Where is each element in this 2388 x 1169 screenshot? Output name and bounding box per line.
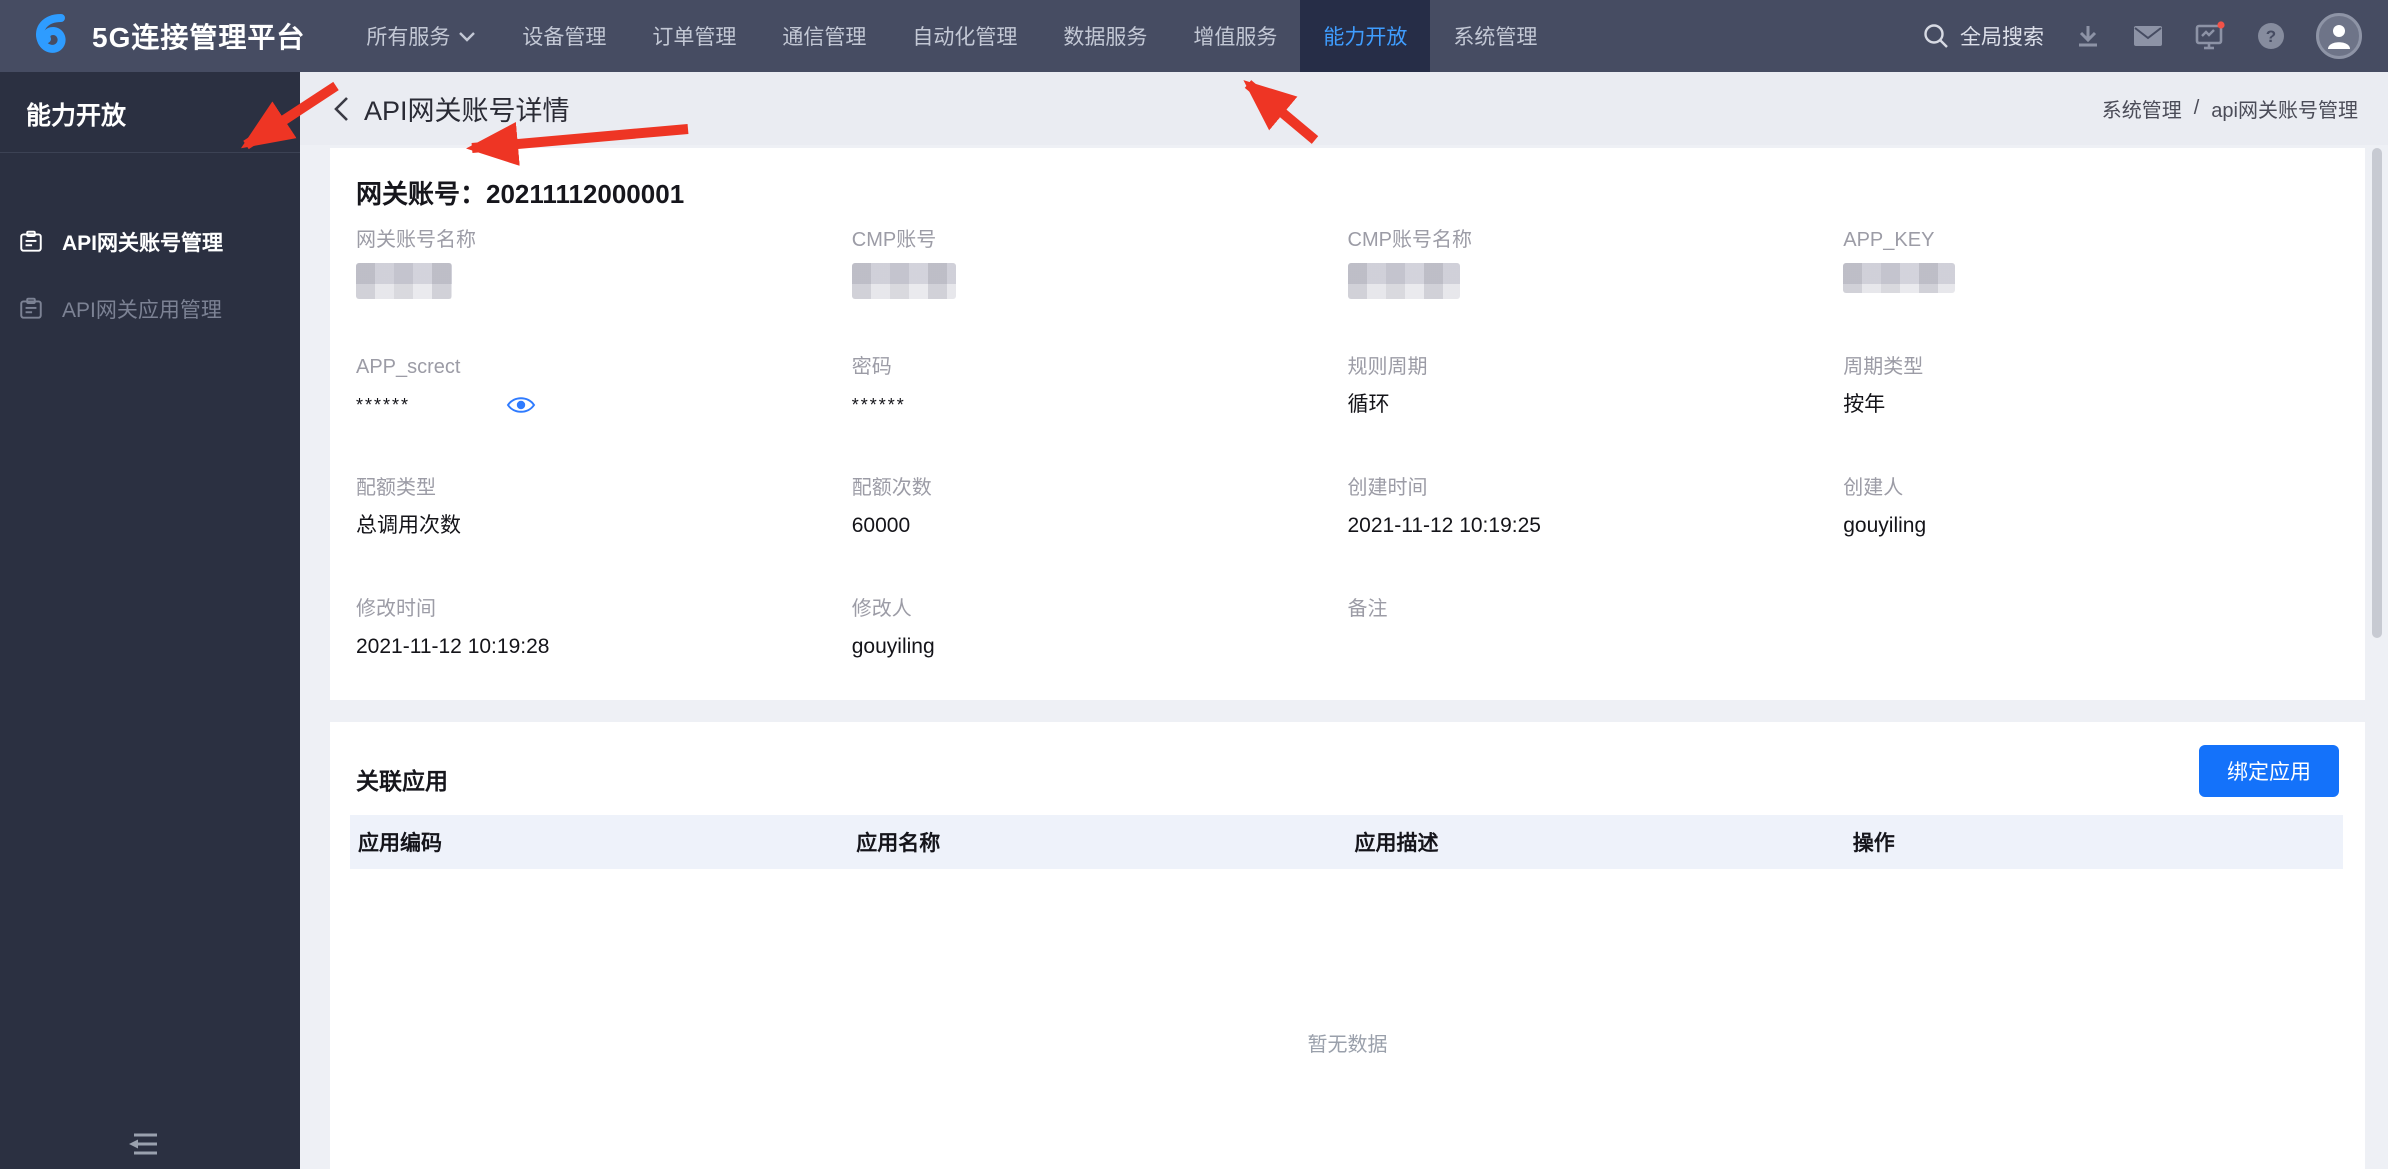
redacted-value [1843, 263, 1956, 293]
nav-value-added[interactable]: 增值服务 [1170, 0, 1300, 72]
mail-icon[interactable] [2132, 23, 2164, 49]
notification-dot [2217, 21, 2225, 29]
nav-automation-mgmt[interactable]: 自动化管理 [889, 0, 1040, 72]
field-creator: 创建人 gouyiling [1843, 477, 1927, 537]
nav-capability-open[interactable]: 能力开放 [1300, 0, 1431, 72]
field-app-key: APP_KEY [1843, 227, 2339, 299]
topbar-right-tools: 全局搜索 ? [1922, 13, 2388, 59]
breadcrumb: 系统管理 / api网关账号管理 [2102, 94, 2358, 123]
linked-apps-card: 关联应用 绑定应用 应用编码 应用名称 应用描述 操作 暂无数据 [330, 722, 2365, 1169]
clipboard-icon [20, 297, 42, 319]
gateway-account-detail-card: 网关账号：20211112000001 网关账号名称 CMP账号 CMP账号名称… [330, 148, 2365, 700]
redacted-value [1347, 263, 1460, 299]
top-nav-menu: 所有服务 设备管理 订单管理 通信管理 自动化管理 数据服务 增值服务 能力开放… [343, 0, 1560, 72]
global-search[interactable]: 全局搜索 [1922, 21, 2044, 51]
chevron-down-icon [458, 30, 476, 42]
search-icon [1924, 24, 1948, 48]
breadcrumb-separator: / [2193, 97, 2200, 119]
nav-comm-mgmt[interactable]: 通信管理 [759, 0, 889, 72]
field-quota-count: 配额次数 60000 [851, 477, 932, 537]
clipboard-icon [20, 230, 42, 252]
field-rule-cycle: 规则周期 循环 [1347, 356, 1428, 416]
nav-system-mgmt[interactable]: 系统管理 [1430, 0, 1560, 72]
breadcrumb-system-mgmt[interactable]: 系统管理 [2102, 94, 2182, 123]
field-password: 密码 ****** [851, 356, 906, 415]
field-gateway-account-name: 网关账号名称 [356, 227, 852, 299]
column-app-code: 应用编码 [358, 832, 442, 855]
eye-icon[interactable] [506, 395, 536, 415]
apps-table-header: 应用编码 应用名称 应用描述 操作 [350, 815, 2343, 869]
field-app-secret: APP_screct ****** [356, 354, 852, 420]
platform-title: 5G连接管理平台 [92, 22, 306, 53]
sidebar-collapse-icon[interactable] [126, 1130, 160, 1163]
nav-data-services[interactable]: 数据服务 [1040, 0, 1170, 72]
account-fields-grid: 网关账号名称 CMP账号 CMP账号名称 APP_KEY APP_screct … [356, 227, 2339, 662]
column-actions: 操作 [1852, 832, 1895, 855]
redacted-value [356, 263, 452, 299]
field-empty-slot [1843, 596, 2339, 662]
column-app-name: 应用名称 [856, 832, 941, 855]
linked-apps-title: 关联应用 [356, 768, 448, 794]
field-create-time: 创建时间 2021-11-12 10:19:25 [1347, 477, 1541, 537]
page-header: API网关账号详情 系统管理 / api网关账号管理 [300, 72, 2388, 145]
telecom-logo-icon [36, 14, 66, 53]
sidebar-section-title: 能力开放 [26, 102, 127, 130]
nav-device-mgmt[interactable]: 设备管理 [499, 0, 629, 72]
field-cmp-account: CMP账号 [851, 227, 1348, 299]
gateway-account-number: 20211112000001 [486, 179, 685, 209]
brand: 5G连接管理平台 [0, 11, 305, 61]
field-modifier: 修改人 gouyiling [851, 598, 935, 658]
breadcrumb-api-gateway-account-mgmt[interactable]: api网关账号管理 [2211, 94, 2358, 123]
back-button[interactable]: API网关账号详情 [332, 89, 570, 128]
gateway-account-title: 网关账号：20211112000001 [356, 179, 685, 209]
redacted-value [851, 263, 956, 299]
sidebar-item-label: API网关应用管理 [62, 299, 222, 322]
field-modify-time: 修改时间 2021-11-12 10:19:28 [356, 598, 550, 658]
empty-state-text: 暂无数据 [1307, 1034, 1388, 1056]
column-app-description: 应用描述 [1354, 832, 1439, 855]
monitor-icon[interactable] [2194, 21, 2226, 51]
nav-all-services[interactable]: 所有服务 [343, 0, 499, 72]
nav-order-mgmt[interactable]: 订单管理 [629, 0, 759, 72]
vertical-scrollbar-thumb[interactable] [2372, 148, 2382, 638]
bind-app-button[interactable]: 绑定应用 [2199, 745, 2339, 797]
back-chevron-icon [334, 96, 348, 121]
sidebar-divider [0, 152, 300, 153]
top-navbar: 5G连接管理平台 所有服务 设备管理 订单管理 通信管理 自动化管理 数据服务 … [0, 0, 2388, 72]
field-remark: 备注 [1347, 598, 1388, 620]
download-icon[interactable] [2074, 22, 2102, 50]
sidebar-item-api-gateway-account-mgmt[interactable]: API网关账号管理 [0, 218, 300, 266]
page-title: API网关账号详情 [364, 96, 570, 126]
sidebar-item-api-gateway-app-mgmt[interactable]: API网关应用管理 [0, 285, 300, 333]
svg-text:?: ? [2266, 27, 2276, 46]
field-cycle-type: 周期类型 按年 [1843, 356, 1924, 416]
sidebar: 能力开放 API网关账号管理 API网关应用管理 [0, 72, 300, 1169]
field-cmp-account-name: CMP账号名称 [1347, 227, 1844, 299]
global-search-label: 全局搜索 [1960, 26, 2044, 49]
person-icon [2328, 25, 2350, 49]
field-quota-type: 配额类型 总调用次数 [356, 477, 461, 537]
sidebar-item-label: API网关账号管理 [62, 232, 224, 255]
help-icon[interactable]: ? [2256, 21, 2286, 51]
app-window: 5G连接管理平台 所有服务 设备管理 订单管理 通信管理 自动化管理 数据服务 … [0, 0, 2388, 1169]
user-avatar[interactable] [2316, 13, 2362, 59]
